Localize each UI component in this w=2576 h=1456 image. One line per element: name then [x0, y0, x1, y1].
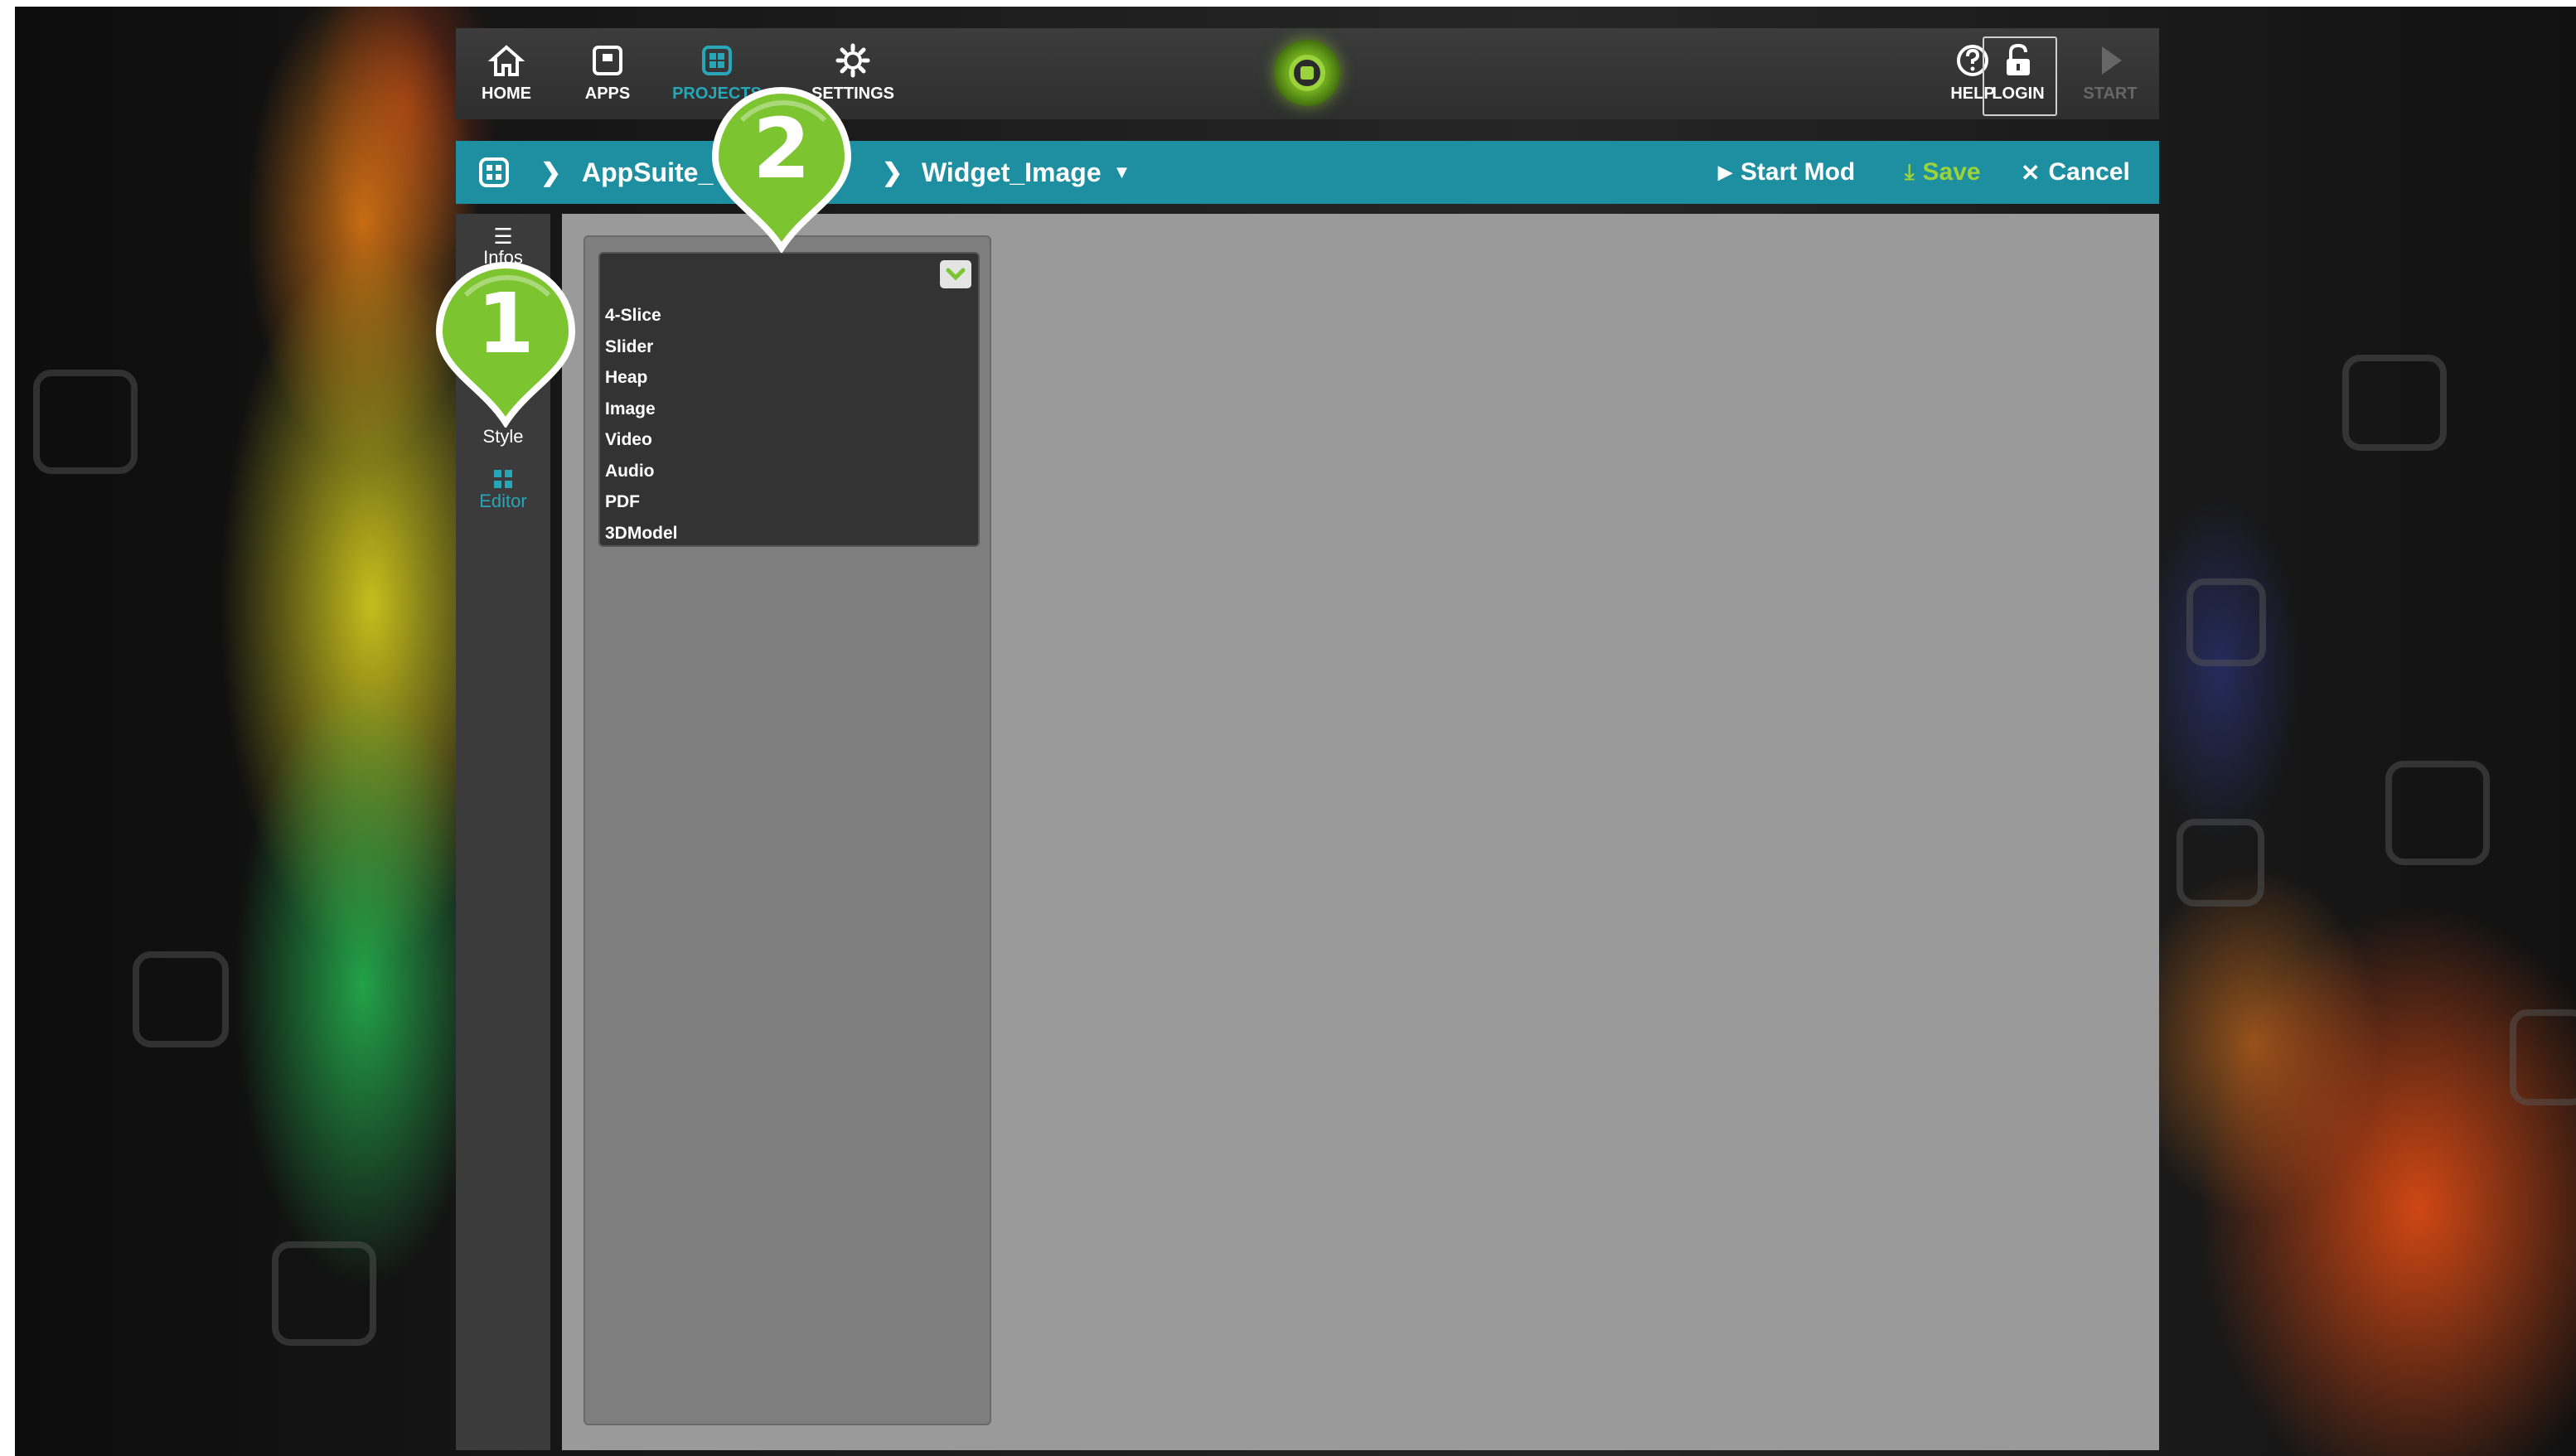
grid-icon	[494, 470, 512, 488]
sidebar-item-editor-label: Editor	[479, 491, 527, 511]
app-logo	[1274, 40, 1340, 106]
dropdown-option-list: 4-Slice Slider Heap Image Video Audio PD…	[605, 300, 678, 549]
gear-icon	[835, 43, 870, 78]
grid-icon	[479, 157, 509, 187]
projects-icon	[702, 46, 732, 75]
dropdown-option[interactable]: Heap	[605, 362, 678, 394]
dropdown-option[interactable]: Image	[605, 394, 678, 425]
caret-down-icon: ▼	[1112, 162, 1131, 182]
background-tile	[2342, 355, 2447, 451]
widget-type-dropdown[interactable]: 4-Slice Slider Heap Image Video Audio PD…	[598, 252, 980, 547]
chevron-right-icon: ❯	[882, 158, 903, 186]
dropdown-option[interactable]: Video	[605, 424, 678, 456]
background-tile	[33, 370, 138, 474]
breadcrumb-project[interactable]: AppSuite_	[582, 141, 713, 204]
widget-panel: 4-Slice Slider Heap Image Video Audio PD…	[583, 235, 991, 1425]
background-tile	[2510, 1009, 2576, 1105]
unlock-icon	[2007, 43, 2030, 75]
sidebar-item-style-label: Style	[482, 426, 524, 447]
cancel-button[interactable]: ✕ Cancel	[2021, 141, 2130, 204]
chevron-right-icon: ❯	[540, 158, 562, 186]
play-icon: ▶	[1718, 162, 1732, 182]
dropdown-option[interactable]: 3DModel	[605, 518, 678, 549]
close-icon: ✕	[2021, 159, 2041, 186]
dropdown-option[interactable]: PDF	[605, 486, 678, 518]
start-button[interactable]: START	[2065, 41, 2156, 113]
nav-apps-label: APPS	[584, 85, 631, 103]
background-tile	[2186, 578, 2266, 666]
editor-canvas: 4-Slice Slider Heap Image Video Audio PD…	[562, 214, 2159, 1450]
nav-home-button[interactable]: HOME	[461, 41, 552, 113]
background-tile	[272, 1241, 376, 1346]
home-icon	[487, 45, 525, 76]
login-label: LOGIN	[1992, 85, 2045, 103]
start-label: START	[2083, 85, 2138, 103]
nav-home-label: HOME	[482, 85, 531, 103]
dropdown-option[interactable]: 4-Slice	[605, 300, 678, 331]
logo-dot	[1300, 66, 1314, 80]
callout-marker-1: 1	[433, 262, 579, 429]
play-icon	[2102, 46, 2122, 75]
apps-icon	[593, 46, 622, 75]
chevron-down-icon	[946, 268, 966, 281]
callout-number: 1	[477, 275, 535, 372]
nav-apps-button[interactable]: APPS	[562, 41, 653, 113]
breadcrumb-home-button[interactable]	[477, 141, 511, 204]
background-tile	[2177, 819, 2264, 907]
save-button[interactable]: ⤓ Save	[1905, 141, 1981, 204]
background-tile	[133, 951, 229, 1047]
cancel-label: Cancel	[2048, 158, 2130, 186]
save-label: Save	[1922, 158, 1981, 186]
background-tile	[2385, 761, 2490, 865]
callout-number: 2	[753, 100, 811, 197]
login-button[interactable]: LOGIN	[1973, 41, 2064, 113]
breadcrumb-widget-selector[interactable]: Widget_Image ▼	[922, 141, 1131, 204]
sidebar-item-editor[interactable]: Editor	[456, 467, 550, 512]
dropdown-option[interactable]: Slider	[605, 331, 678, 363]
dropdown-toggle-button[interactable]	[940, 260, 971, 288]
breadcrumb-widget-label: Widget_Image	[922, 157, 1102, 187]
callout-marker-2: 2	[709, 87, 855, 254]
start-mod-label: Start Mod	[1740, 158, 1856, 186]
start-mod-button[interactable]: ▶ Start Mod	[1718, 141, 1855, 204]
download-icon: ⤓	[1905, 159, 1915, 184]
list-icon: ☰	[493, 224, 513, 249]
dropdown-option[interactable]: Audio	[605, 456, 678, 487]
